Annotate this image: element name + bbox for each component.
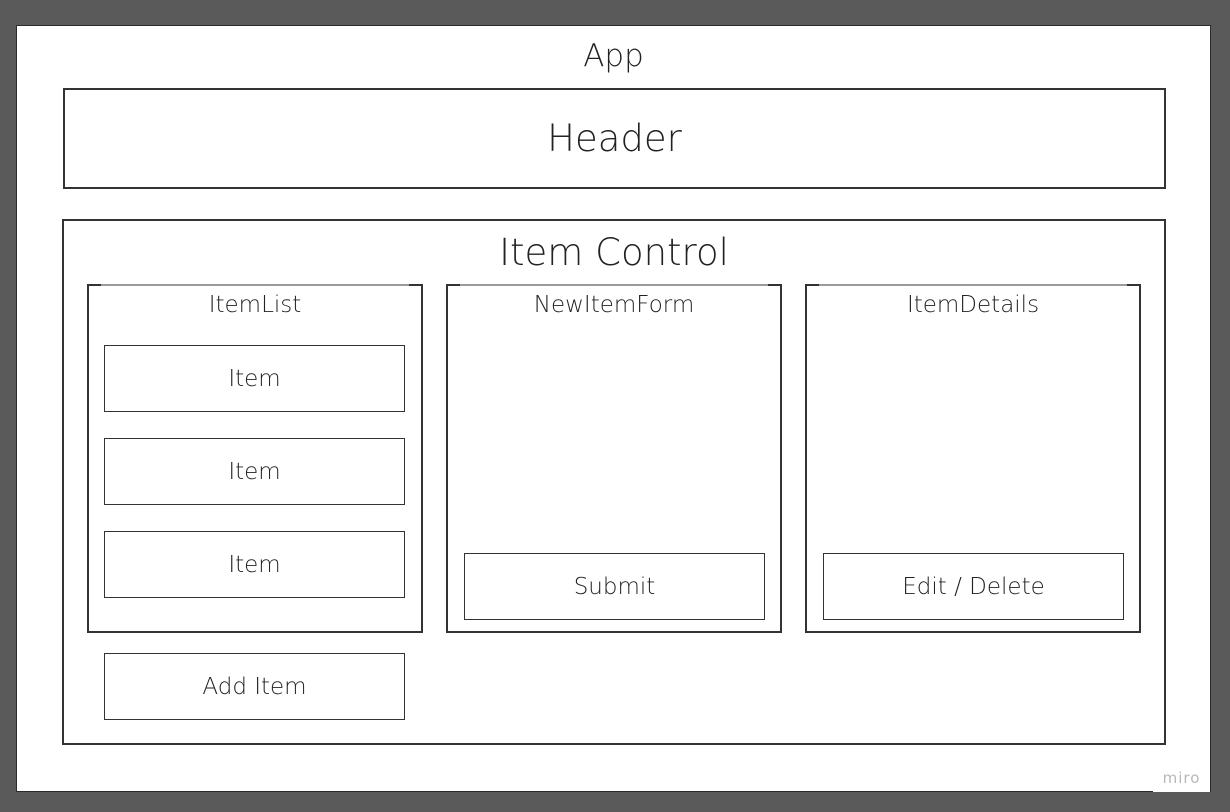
item-control-box: Item Control ItemList Item Item Item New… [62,219,1166,745]
list-item[interactable]: Item [104,438,405,505]
list-item-label: Item [228,458,281,485]
item-list-panel: ItemList Item Item Item [87,284,423,633]
submit-button-label: Submit [573,573,656,600]
miro-watermark: miro [1153,764,1210,792]
item-details-panel: ItemDetails Edit / Delete [805,284,1141,633]
new-item-form-title: NewItemForm [533,292,695,318]
list-item[interactable]: Item [104,531,405,598]
edit-delete-button-label: Edit / Delete [902,573,1045,600]
app-frame: App Header Item Control ItemList Item It… [16,25,1211,792]
panel-top-edge [819,284,1127,286]
panel-top-edge [101,284,409,286]
edit-delete-button[interactable]: Edit / Delete [823,553,1124,620]
item-control-title: Item Control [499,231,729,274]
add-item-button[interactable]: Add Item [104,653,405,720]
list-item[interactable]: Item [104,345,405,412]
header-label: Header [547,117,682,160]
header-box: Header [63,88,1166,189]
list-item-label: Item [228,551,281,578]
app-title: App [583,38,644,74]
new-item-form-panel: NewItemForm Submit [446,284,782,633]
item-list-title: ItemList [208,292,302,318]
list-item-label: Item [228,365,281,392]
panel-top-edge [460,284,768,286]
item-details-title: ItemDetails [906,292,1040,318]
submit-button[interactable]: Submit [464,553,765,620]
add-item-button-label: Add Item [202,673,307,700]
